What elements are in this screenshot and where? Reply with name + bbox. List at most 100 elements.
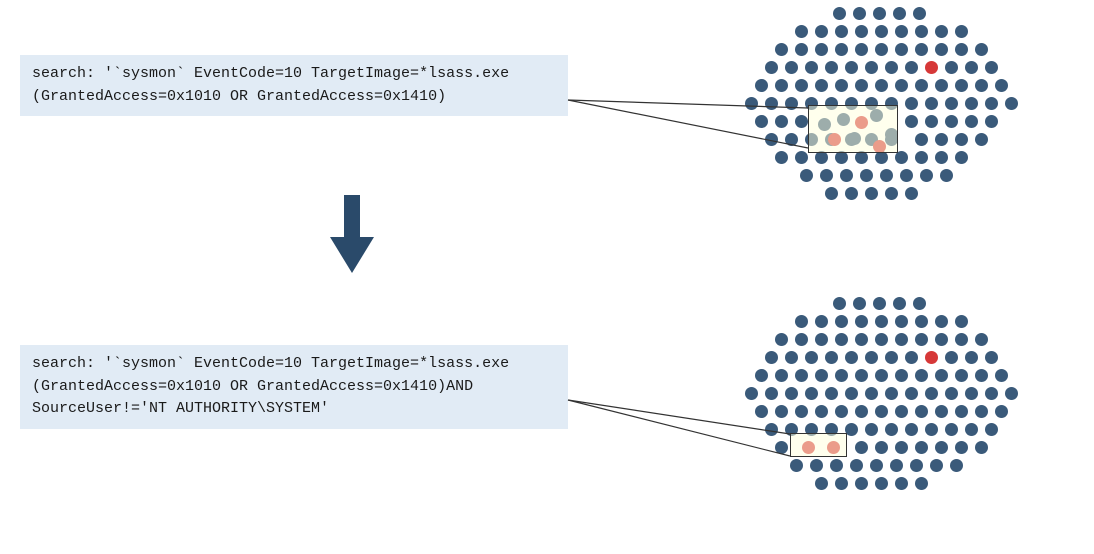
data-point-blue bbox=[895, 79, 908, 92]
data-point-blue bbox=[840, 169, 853, 182]
data-point-blue bbox=[955, 333, 968, 346]
data-point-blue bbox=[865, 351, 878, 364]
data-point-blue bbox=[865, 61, 878, 74]
data-point-blue bbox=[893, 297, 906, 310]
data-point-blue bbox=[915, 369, 928, 382]
data-point-blue bbox=[865, 187, 878, 200]
data-point-blue bbox=[775, 333, 788, 346]
data-point-blue bbox=[895, 43, 908, 56]
data-point-blue bbox=[905, 61, 918, 74]
query-box-after: search: '`sysmon` EventCode=10 TargetIma… bbox=[20, 345, 568, 429]
data-point-blue bbox=[825, 61, 838, 74]
data-point-red bbox=[925, 351, 938, 364]
data-point-blue bbox=[925, 115, 938, 128]
query-box-before: search: '`sysmon` EventCode=10 TargetIma… bbox=[20, 55, 568, 116]
data-point-blue bbox=[975, 369, 988, 382]
data-point-blue bbox=[955, 369, 968, 382]
data-point-blue bbox=[935, 133, 948, 146]
data-point-blue bbox=[870, 459, 883, 472]
data-point-blue bbox=[855, 405, 868, 418]
data-point-blue bbox=[795, 333, 808, 346]
data-point-blue bbox=[925, 423, 938, 436]
data-point-blue bbox=[915, 405, 928, 418]
data-point-blue bbox=[975, 43, 988, 56]
data-point-blue bbox=[795, 115, 808, 128]
data-point-blue bbox=[935, 369, 948, 382]
data-point-blue bbox=[955, 405, 968, 418]
data-point-blue bbox=[885, 187, 898, 200]
data-point-blue bbox=[795, 43, 808, 56]
data-point-blue bbox=[995, 405, 1008, 418]
data-point-blue bbox=[935, 43, 948, 56]
data-point-blue bbox=[835, 315, 848, 328]
data-point-blue bbox=[835, 477, 848, 490]
data-point-blue bbox=[925, 387, 938, 400]
data-point-blue bbox=[995, 369, 1008, 382]
data-point-blue bbox=[905, 423, 918, 436]
data-point-blue bbox=[855, 369, 868, 382]
data-point-blue bbox=[825, 187, 838, 200]
data-point-blue bbox=[945, 351, 958, 364]
data-point-blue bbox=[875, 369, 888, 382]
data-point-blue bbox=[935, 315, 948, 328]
data-point-blue bbox=[895, 477, 908, 490]
data-point-blue bbox=[875, 405, 888, 418]
data-point-blue bbox=[935, 25, 948, 38]
data-point-blue bbox=[1005, 387, 1018, 400]
data-point-blue bbox=[935, 441, 948, 454]
arrow-down-icon bbox=[330, 195, 374, 275]
data-point-blue bbox=[825, 387, 838, 400]
data-point-blue bbox=[880, 169, 893, 182]
data-point-blue bbox=[915, 133, 928, 146]
data-point-blue bbox=[913, 7, 926, 20]
data-point-blue bbox=[955, 441, 968, 454]
data-point-blue bbox=[765, 133, 778, 146]
data-point-blue bbox=[955, 43, 968, 56]
data-point-blue bbox=[1005, 97, 1018, 110]
data-point-blue bbox=[885, 387, 898, 400]
data-point-blue bbox=[865, 387, 878, 400]
data-point-blue bbox=[915, 25, 928, 38]
data-point-blue bbox=[905, 97, 918, 110]
data-point-blue bbox=[895, 333, 908, 346]
data-point-blue bbox=[985, 351, 998, 364]
data-point-blue bbox=[745, 97, 758, 110]
data-point-blue bbox=[815, 333, 828, 346]
data-point-blue bbox=[860, 169, 873, 182]
data-point-blue bbox=[800, 169, 813, 182]
data-point-blue bbox=[833, 297, 846, 310]
data-point-blue bbox=[795, 79, 808, 92]
data-point-blue bbox=[815, 25, 828, 38]
data-point-blue bbox=[935, 79, 948, 92]
data-point-blue bbox=[965, 97, 978, 110]
data-point-blue bbox=[805, 351, 818, 364]
data-point-blue bbox=[930, 459, 943, 472]
data-point-blue bbox=[985, 115, 998, 128]
data-point-blue bbox=[765, 423, 778, 436]
data-point-blue bbox=[815, 43, 828, 56]
data-point-blue bbox=[875, 43, 888, 56]
data-point-blue bbox=[765, 97, 778, 110]
data-point-blue bbox=[900, 169, 913, 182]
data-point-blue bbox=[915, 315, 928, 328]
data-point-blue bbox=[965, 115, 978, 128]
data-point-blue bbox=[815, 315, 828, 328]
data-point-blue bbox=[765, 61, 778, 74]
data-point-blue bbox=[875, 79, 888, 92]
data-point-blue bbox=[875, 477, 888, 490]
data-point-blue bbox=[955, 25, 968, 38]
query2-line2: (GrantedAccess=0x1010 OR GrantedAccess=0… bbox=[32, 378, 473, 395]
data-point-blue bbox=[955, 151, 968, 164]
data-point-blue bbox=[785, 61, 798, 74]
data-point-blue bbox=[965, 423, 978, 436]
data-point-blue bbox=[850, 459, 863, 472]
data-point-blue bbox=[795, 369, 808, 382]
query1-line1: search: '`sysmon` EventCode=10 TargetIma… bbox=[32, 65, 509, 82]
data-point-blue bbox=[873, 297, 886, 310]
data-point-blue bbox=[910, 459, 923, 472]
data-point-blue bbox=[775, 79, 788, 92]
data-point-blue bbox=[765, 387, 778, 400]
data-point-blue bbox=[895, 405, 908, 418]
data-point-blue bbox=[790, 459, 803, 472]
data-point-blue bbox=[965, 351, 978, 364]
